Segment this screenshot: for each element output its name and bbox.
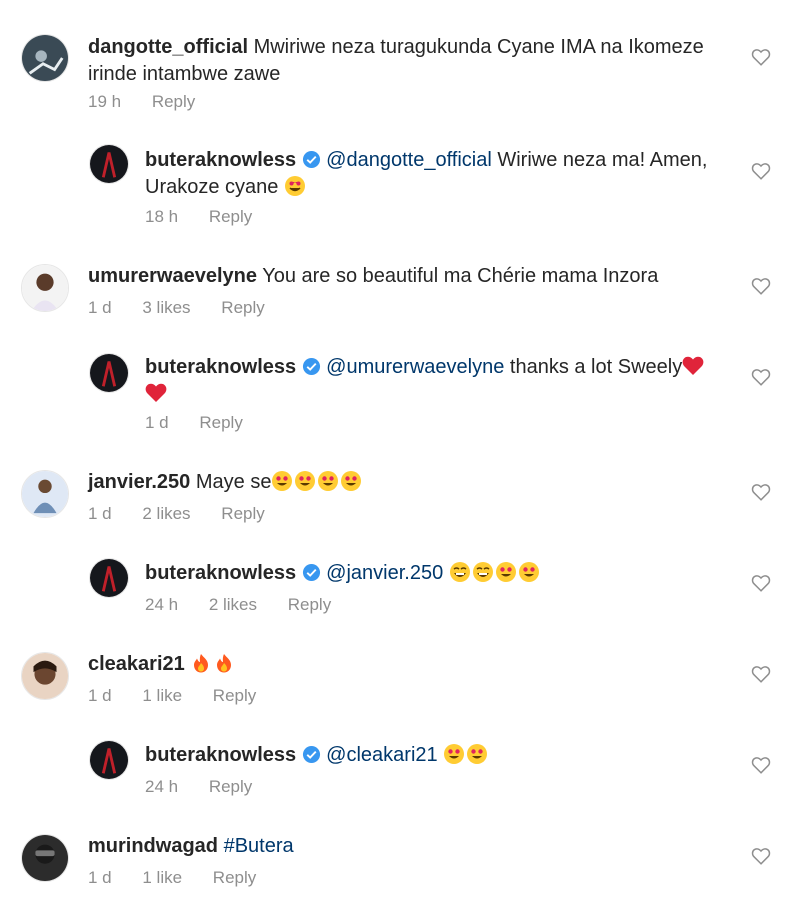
reply-username[interactable]: buteraknowless (145, 562, 296, 584)
reply-button[interactable]: Reply (199, 413, 242, 432)
reply-button[interactable]: Reply (209, 777, 252, 796)
comment-time: 1 d (88, 298, 112, 317)
heart-eyes-emoji-icon (444, 744, 465, 764)
avatar[interactable] (89, 558, 129, 598)
like-heart-icon[interactable] (751, 847, 771, 865)
reply-mention[interactable]: @dangotte_official (326, 149, 492, 171)
reply-button[interactable]: Reply (288, 595, 331, 614)
comment-time: 1 d (88, 504, 112, 523)
comment-text: You are so beautiful ma Chérie mama Inzo… (262, 265, 659, 287)
reply-likes[interactable]: 2 likes (209, 595, 257, 614)
avatar[interactable] (21, 834, 69, 882)
heart-eyes-emoji-icon (295, 471, 316, 491)
heart-eyes-emoji-icon (318, 471, 339, 491)
verified-badge-icon (303, 357, 321, 376)
like-heart-icon[interactable] (751, 483, 771, 501)
comment-likes[interactable]: 1 like (142, 686, 182, 705)
reply-button[interactable]: Reply (221, 504, 264, 523)
like-heart-icon[interactable] (751, 574, 771, 592)
reply-username[interactable]: buteraknowless (145, 744, 296, 766)
reply-button[interactable]: Reply (221, 298, 264, 317)
reply-username[interactable]: buteraknowless (145, 356, 296, 378)
comment-username[interactable]: janvier.250 (88, 471, 190, 493)
comment-likes[interactable]: 2 likes (142, 504, 190, 523)
heart-eyes-emoji-icon (518, 562, 539, 582)
avatar[interactable] (21, 470, 69, 518)
fire-emoji-icon (217, 654, 232, 673)
comment-text: Maye se (195, 471, 272, 493)
comment-username[interactable]: murindwagad (88, 835, 218, 857)
like-heart-icon[interactable] (751, 756, 771, 774)
grinning-face-emoji-icon (449, 562, 470, 582)
heart-eyes-emoji-icon (272, 471, 293, 491)
like-heart-icon[interactable] (751, 368, 771, 386)
comment-time: 1 d (88, 868, 112, 887)
like-heart-icon[interactable] (751, 665, 771, 683)
comment-username[interactable]: cleakari21 (88, 653, 185, 675)
avatar[interactable] (21, 264, 69, 312)
avatar[interactable] (89, 353, 129, 393)
reply-button[interactable]: Reply (209, 207, 252, 226)
reply-mention[interactable]: @janvier.250 (326, 562, 443, 584)
reply-username[interactable]: buteraknowless (145, 149, 296, 171)
reply-button[interactable]: Reply (152, 92, 195, 111)
reply-time: 24 h (145, 595, 179, 614)
heart-eyes-emoji-icon (341, 471, 362, 491)
red-heart-emoji-icon (145, 383, 167, 402)
reply-time: 1 d (145, 413, 169, 432)
heart-eyes-emoji-icon (284, 176, 305, 196)
reply-button[interactable]: Reply (213, 686, 256, 705)
avatar[interactable] (89, 740, 129, 780)
reply-text: thanks a lot Sweely (509, 356, 683, 378)
heart-eyes-emoji-icon (467, 744, 488, 764)
grinning-face-emoji-icon (472, 562, 493, 582)
reply-time: 24 h (145, 777, 179, 796)
avatar[interactable] (21, 34, 69, 82)
heart-eyes-emoji-icon (495, 562, 516, 582)
comment-username[interactable]: umurerwaevelyne (88, 265, 257, 287)
red-heart-emoji-icon (682, 356, 704, 375)
reply-mention[interactable]: @umurerwaevelyne (326, 356, 504, 378)
fire-emoji-icon (194, 654, 209, 673)
reply-button[interactable]: Reply (213, 868, 256, 887)
comment-time: 19 h (88, 92, 122, 111)
comment-time: 1 d (88, 686, 112, 705)
like-heart-icon[interactable] (751, 277, 771, 295)
comment-likes[interactable]: 3 likes (142, 298, 190, 317)
verified-badge-icon (303, 745, 321, 764)
verified-badge-icon (303, 563, 321, 582)
reply-mention[interactable]: @cleakari21 (326, 744, 437, 766)
like-heart-icon[interactable] (751, 162, 771, 180)
comment-likes[interactable]: 1 like (142, 868, 182, 887)
comment-hashtag[interactable]: #Butera (224, 835, 294, 857)
comment-username[interactable]: dangotte_official (88, 36, 248, 58)
avatar[interactable] (21, 652, 69, 700)
verified-badge-icon (303, 150, 321, 169)
avatar[interactable] (89, 144, 129, 184)
reply-time: 18 h (145, 207, 179, 226)
like-heart-icon[interactable] (751, 48, 771, 66)
